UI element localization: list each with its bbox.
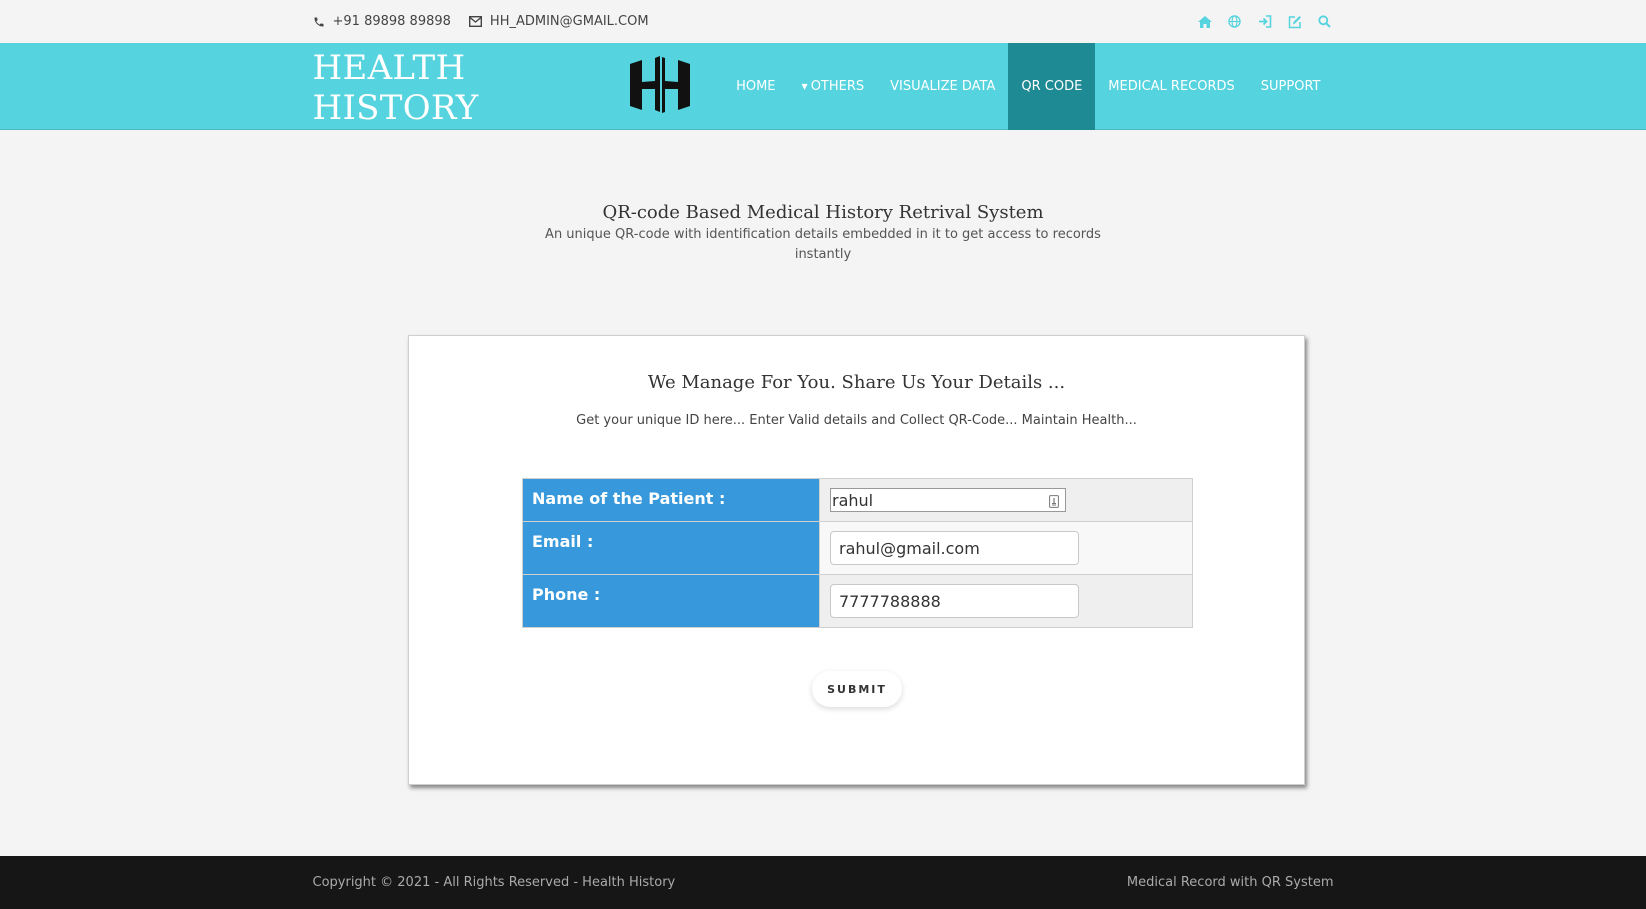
nav-support[interactable]: SUPPORT — [1248, 43, 1334, 130]
hero-section: QR-code Based Medical History Retrival S… — [0, 202, 1646, 265]
search-icon[interactable] — [1317, 14, 1333, 30]
name-label: Name of the Patient : — [522, 478, 820, 522]
form-subheading: Get your unique ID here... Enter Valid d… — [576, 413, 1137, 428]
registration-card: We Manage For You. Share Us Your Details… — [408, 335, 1305, 785]
page-subtitle: An unique QR-code with identification de… — [545, 227, 1101, 262]
phone-icon — [313, 16, 325, 28]
contact-info: +91 89898 89898 HH_ADMIN@GMAIL.COM — [313, 14, 649, 29]
table-row: Email : — [522, 521, 1193, 575]
patient-name-input[interactable] — [831, 489, 1031, 511]
nav-qr-label: QR CODE — [1021, 78, 1083, 94]
nav-others-dropdown[interactable]: ▼ OTHERS — [789, 43, 878, 130]
footer: Copyright © 2021 - All Rights Reserved -… — [0, 856, 1646, 909]
name-field-cell — [819, 478, 1193, 522]
patient-name-input-wrapper — [830, 488, 1066, 512]
patient-details-table: Name of the Patient : Email : Phone : — [522, 478, 1193, 628]
main-navbar: HEALTH HISTORY HOME ▼ OTHERS VISUALIZE DA… — [0, 42, 1646, 130]
email-input[interactable] — [830, 531, 1079, 565]
hh-logo[interactable] — [627, 56, 693, 118]
email-label: Email : — [522, 521, 820, 575]
top-bar: +91 89898 89898 HH_ADMIN@GMAIL.COM — [0, 0, 1646, 43]
phone-field-cell — [819, 574, 1193, 628]
globe-icon[interactable] — [1227, 14, 1243, 30]
phone-input[interactable] — [830, 584, 1079, 618]
form-heading: We Manage For You. Share Us Your Details… — [647, 372, 1066, 393]
footer-tagline: Medical Record with QR System — [1126, 875, 1334, 890]
autofill-key-icon[interactable] — [1049, 493, 1059, 512]
contact-phone: +91 89898 89898 — [313, 14, 451, 29]
edit-icon[interactable] — [1287, 14, 1303, 30]
submit-button[interactable]: SUBMIT — [812, 671, 902, 707]
caret-down-icon: ▼ — [801, 81, 808, 91]
table-row: Phone : — [522, 574, 1193, 628]
phone-number: +91 89898 89898 — [332, 14, 451, 29]
contact-email: HH_ADMIN@GMAIL.COM — [468, 14, 649, 29]
copyright-text: Copyright © 2021 - All Rights Reserved -… — [312, 875, 676, 890]
home-icon[interactable] — [1197, 14, 1213, 30]
email-field-cell — [819, 521, 1193, 575]
nav-support-label: SUPPORT — [1260, 78, 1321, 94]
brand-name[interactable]: HEALTH HISTORY — [313, 48, 600, 128]
table-row: Name of the Patient : — [522, 478, 1193, 522]
nav-home-label: HOME — [736, 78, 776, 94]
nav-records-label: MEDICAL RECORDS — [1108, 78, 1235, 94]
nav-menu: HOME ▼ OTHERS VISUALIZE DATA QR CODE MEDI… — [723, 42, 1334, 130]
page-title: QR-code Based Medical History Retrival S… — [602, 202, 1044, 223]
nav-visualize-data[interactable]: VISUALIZE DATA — [877, 43, 1008, 130]
sign-in-icon[interactable] — [1257, 14, 1273, 30]
nav-visualize-label: VISUALIZE DATA — [890, 78, 996, 94]
phone-label: Phone : — [522, 574, 820, 628]
email-address: HH_ADMIN@GMAIL.COM — [489, 14, 649, 29]
envelope-icon — [468, 16, 482, 27]
nav-qr-code[interactable]: QR CODE — [1008, 42, 1096, 130]
top-icon-links — [1197, 14, 1333, 30]
nav-others-label: OTHERS — [810, 78, 865, 94]
nav-home[interactable]: HOME — [723, 43, 788, 130]
nav-medical-records[interactable]: MEDICAL RECORDS — [1095, 43, 1247, 130]
